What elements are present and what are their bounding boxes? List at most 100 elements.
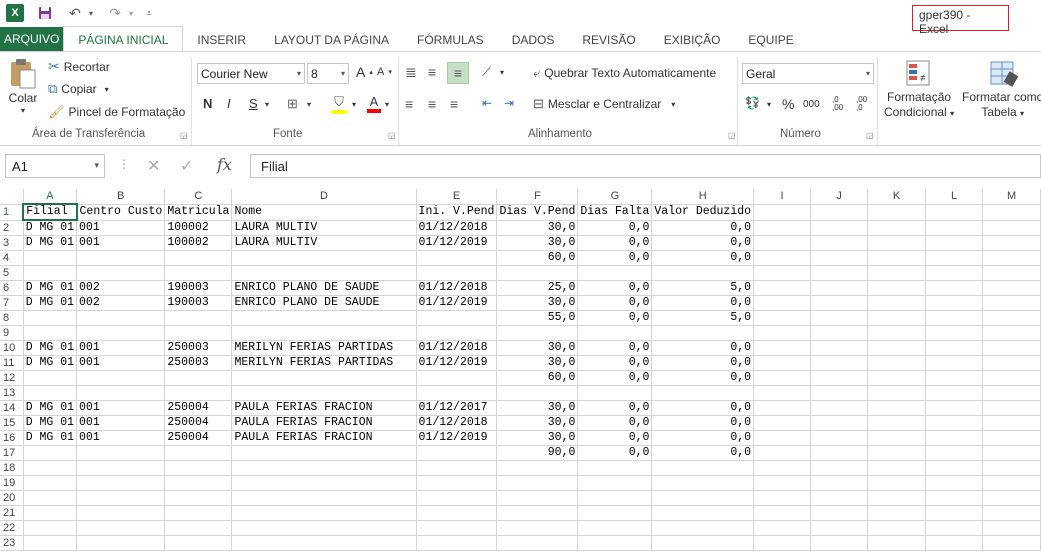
cell[interactable] [867, 490, 926, 506]
cell[interactable] [867, 250, 926, 266]
cell[interactable] [416, 520, 498, 536]
cell[interactable] [810, 250, 869, 266]
cell[interactable] [231, 250, 417, 266]
cell[interactable] [867, 355, 926, 371]
column-header-e[interactable]: E [416, 189, 498, 205]
cell[interactable] [651, 505, 755, 521]
cell[interactable] [925, 520, 984, 536]
cell[interactable] [982, 475, 1041, 491]
cell[interactable] [164, 520, 233, 536]
cell[interactable] [810, 535, 869, 551]
row-header[interactable]: 8 [0, 310, 24, 326]
cell[interactable] [867, 280, 926, 296]
cell[interactable] [23, 445, 78, 461]
row-header[interactable]: 12 [0, 370, 24, 386]
column-header-i[interactable]: I [753, 189, 812, 205]
tab-exibicao[interactable]: EXIBIÇÃO [650, 27, 735, 52]
cell[interactable] [23, 310, 78, 326]
increase-decimal-button[interactable]: ,0 ,00 [832, 96, 850, 112]
cell[interactable] [982, 204, 1041, 221]
cell[interactable]: 001 [76, 355, 166, 371]
format-as-table-button[interactable]: Formatar como Tabela ▾ [962, 59, 1041, 119]
cell[interactable] [982, 415, 1041, 431]
cell[interactable] [76, 370, 166, 386]
cell[interactable] [982, 235, 1041, 251]
tab-formulas[interactable]: FÓRMULAS [403, 27, 498, 52]
cell[interactable] [753, 520, 812, 536]
cell[interactable] [753, 340, 812, 356]
row-header[interactable]: 21 [0, 505, 24, 521]
cell[interactable] [496, 505, 579, 521]
column-header-h[interactable]: H [651, 189, 755, 205]
bold-button[interactable]: N [203, 96, 212, 111]
borders-dropdown-icon[interactable]: ▾ [307, 100, 311, 109]
decrease-indent-icon[interactable]: ⇤ [482, 96, 492, 110]
cell[interactable]: 001 [76, 400, 166, 416]
conditional-formatting-button[interactable]: ≠ Formatação Condicional ▾ [884, 59, 954, 119]
cell[interactable]: 001 [76, 430, 166, 446]
cell[interactable] [76, 490, 166, 506]
cell[interactable] [925, 325, 984, 341]
cell[interactable] [651, 460, 755, 476]
cell[interactable]: 0,0 [651, 370, 755, 386]
cell[interactable] [867, 430, 926, 446]
cell[interactable]: 0,0 [651, 235, 755, 251]
cell[interactable] [231, 385, 417, 401]
cell[interactable] [925, 385, 984, 401]
align-top-icon[interactable]: ≣ [405, 64, 417, 81]
cell[interactable]: 90,0 [496, 445, 579, 461]
cell[interactable]: 30,0 [496, 430, 579, 446]
row-header[interactable]: 5 [0, 265, 24, 281]
cell[interactable] [496, 475, 579, 491]
cell[interactable] [651, 385, 755, 401]
cell[interactable] [810, 295, 869, 311]
cell[interactable] [753, 295, 812, 311]
cell[interactable] [982, 325, 1041, 341]
cell[interactable]: 30,0 [496, 355, 579, 371]
cell[interactable]: D MG 01 [23, 280, 78, 296]
cell[interactable] [416, 310, 498, 326]
cell[interactable] [577, 505, 653, 521]
column-header-j[interactable]: J [810, 189, 869, 205]
cell[interactable] [416, 505, 498, 521]
cell[interactable]: 01/12/2018 [416, 415, 498, 431]
cell[interactable] [577, 535, 653, 551]
cell[interactable] [76, 445, 166, 461]
wrap-text-button[interactable]: ⤶ Quebrar Texto Automaticamente [533, 65, 716, 81]
cell[interactable] [76, 265, 166, 281]
cell[interactable]: D MG 01 [23, 400, 78, 416]
cell[interactable] [810, 490, 869, 506]
cell[interactable] [231, 475, 417, 491]
cell[interactable]: Centro Custo [76, 204, 166, 221]
tab-equipe[interactable]: EQUIPE [734, 27, 807, 52]
number-launcher-icon[interactable]: ◲ [866, 131, 874, 140]
cell[interactable]: 0,0 [651, 220, 755, 236]
cell[interactable] [982, 520, 1041, 536]
font-name-select[interactable]: Courier New ▾ [197, 63, 305, 84]
cell[interactable] [753, 325, 812, 341]
orientation-icon[interactable]: ⟋ [482, 64, 491, 80]
row-header[interactable]: 15 [0, 415, 24, 431]
cell[interactable] [982, 355, 1041, 371]
cell[interactable] [867, 310, 926, 326]
cell[interactable]: 0,0 [577, 310, 653, 326]
row-header[interactable]: 14 [0, 400, 24, 416]
cell[interactable]: 55,0 [496, 310, 579, 326]
cell[interactable]: 0,0 [577, 370, 653, 386]
cell[interactable] [164, 370, 233, 386]
cell[interactable]: 30,0 [496, 340, 579, 356]
cell[interactable]: Dias Falta [577, 204, 653, 221]
customize-toolbar-icon[interactable]: ⩡ [142, 3, 156, 23]
cell[interactable] [982, 490, 1041, 506]
cell[interactable]: 60,0 [496, 370, 579, 386]
cell[interactable] [925, 265, 984, 281]
cell[interactable]: D MG 01 [23, 415, 78, 431]
cell[interactable]: 100002 [164, 235, 233, 251]
cell[interactable] [982, 400, 1041, 416]
cell[interactable]: Matricula [164, 204, 233, 221]
cell[interactable] [810, 310, 869, 326]
currency-dropdown-icon[interactable]: ▾ [767, 100, 771, 109]
cell[interactable] [164, 460, 233, 476]
cell[interactable] [925, 415, 984, 431]
cell[interactable] [867, 385, 926, 401]
